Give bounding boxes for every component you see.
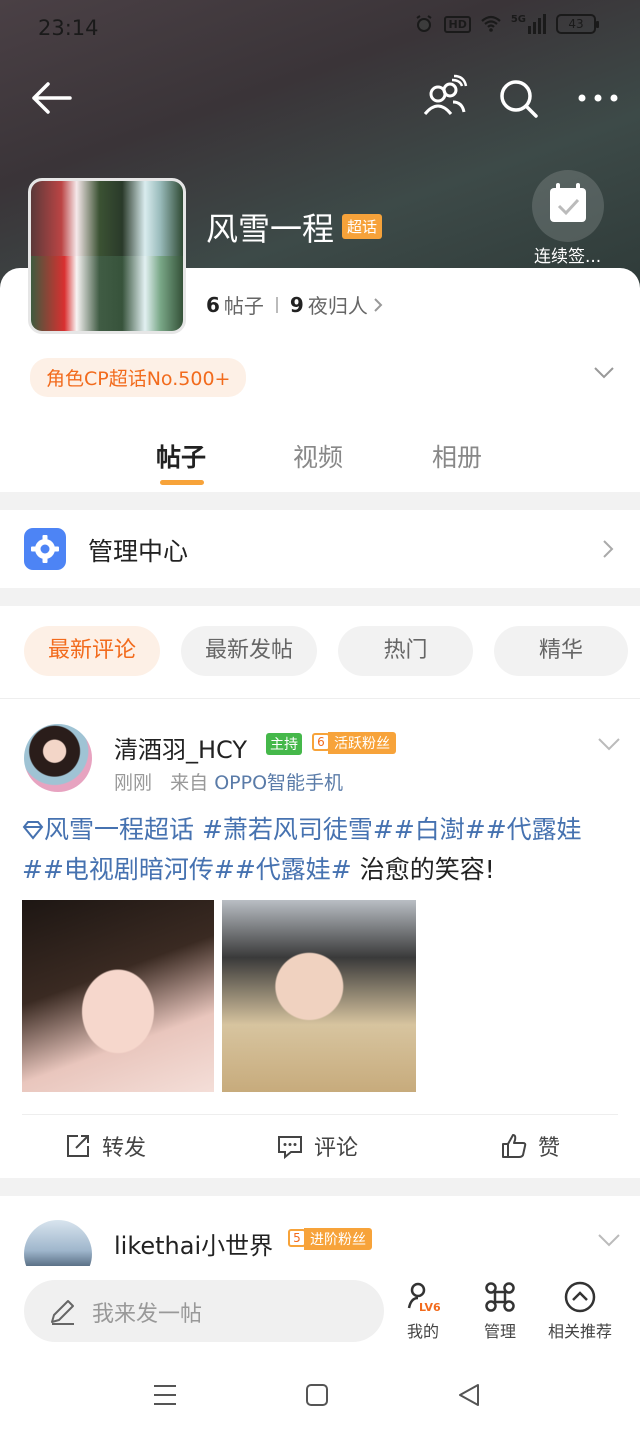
mine-label: 我的 bbox=[406, 1322, 439, 1341]
comment-icon bbox=[278, 1136, 302, 1160]
post-from-prefix: 来自 bbox=[170, 772, 209, 794]
topic-cover-image[interactable] bbox=[28, 178, 186, 334]
post-card-2: likethai小世界 5 进阶粉丝 bbox=[0, 1196, 640, 1288]
management-center-label: 管理中心 bbox=[88, 537, 189, 566]
user-level-icon: LV6 bbox=[407, 1282, 440, 1314]
like-button[interactable]: 赞 bbox=[500, 1130, 560, 1162]
menu-icon[interactable] bbox=[152, 1382, 178, 1408]
post-body: 治愈的笑容! bbox=[351, 855, 495, 884]
status-time: 23:14 bbox=[38, 16, 99, 40]
group-chat-icon[interactable] bbox=[420, 74, 468, 120]
chevron-down-icon[interactable] bbox=[592, 362, 616, 382]
wifi-icon bbox=[481, 15, 501, 32]
page-title: 风雪一程 bbox=[206, 210, 335, 248]
gear-icon bbox=[24, 528, 66, 570]
post-time: 刚刚 bbox=[114, 772, 153, 794]
comment-label: 评论 bbox=[314, 1136, 359, 1161]
post-text: 风雪一程超话 #萧若风司徒雪##白澍##代露娃##电视剧暗河传##代露娃# 治愈… bbox=[22, 810, 618, 890]
members-label: 夜归人 bbox=[307, 294, 368, 318]
post-topics[interactable]: 风雪一程超话 #萧若风司徒雪##白澍##代露娃##电视剧暗河传##代露娃# bbox=[22, 815, 582, 884]
signal-icon: 5G bbox=[511, 14, 546, 34]
network-label: 5G bbox=[510, 14, 526, 25]
filter-hot[interactable]: 热门 bbox=[338, 626, 473, 676]
chevron-down-icon[interactable] bbox=[596, 734, 622, 754]
filter-latest-comments[interactable]: 最新评论 bbox=[24, 626, 160, 676]
super-topic-badge: 超话 bbox=[342, 214, 383, 239]
checkin-label[interactable]: 连续签... bbox=[534, 242, 601, 267]
system-nav-bar bbox=[0, 1356, 640, 1433]
fan-level-number: 5 bbox=[288, 1229, 306, 1247]
post-username[interactable]: 清酒羽_HCY bbox=[114, 730, 247, 765]
tab-albums[interactable]: 相册 bbox=[432, 438, 482, 474]
tab-videos[interactable]: 视频 bbox=[293, 438, 343, 474]
host-tag: 主持 bbox=[266, 733, 302, 755]
back-triangle-icon[interactable] bbox=[456, 1382, 482, 1408]
status-bar: 23:14 HD 5G 43 bbox=[0, 0, 640, 56]
bottom-bar: 我来发一帖 LV6 我的 管理 相关推荐 bbox=[0, 1266, 640, 1356]
fan-level-label: 活跃粉丝 bbox=[334, 736, 390, 752]
post-username[interactable]: likethai小世界 bbox=[114, 1226, 273, 1261]
management-center-row[interactable]: 管理中心 bbox=[0, 510, 640, 588]
sort-filters: 最新评论 最新发帖 热门 精华 bbox=[0, 626, 640, 680]
pen-icon bbox=[51, 1300, 74, 1325]
command-icon bbox=[485, 1282, 515, 1312]
rank-chip[interactable]: 角色CP超话No.500+ bbox=[30, 358, 247, 397]
avatar[interactable] bbox=[24, 724, 92, 792]
chevron-right-icon bbox=[603, 540, 614, 558]
fan-level-number: 6 bbox=[312, 733, 330, 751]
chevron-up-circle-icon bbox=[564, 1281, 596, 1313]
post-device[interactable]: OPPO智能手机 bbox=[214, 772, 343, 794]
battery-indicator: 43 bbox=[556, 14, 599, 34]
compose-post-input[interactable]: 我来发一帖 bbox=[24, 1280, 384, 1342]
like-label: 赞 bbox=[538, 1136, 561, 1161]
filter-latest-posts[interactable]: 最新发帖 bbox=[181, 626, 317, 676]
repost-label: 转发 bbox=[102, 1136, 147, 1161]
status-icons: HD 5G 43 bbox=[414, 14, 599, 34]
related-label: 相关推荐 bbox=[547, 1322, 612, 1341]
topic-stats[interactable]: 6 帖子 9 夜归人 bbox=[206, 290, 384, 319]
more-options-icon[interactable] bbox=[574, 78, 622, 118]
home-icon[interactable] bbox=[304, 1382, 330, 1408]
posts-label: 帖子 bbox=[223, 294, 264, 318]
posts-count: 6 bbox=[206, 292, 220, 317]
divider bbox=[22, 1114, 618, 1115]
manage-label: 管理 bbox=[483, 1322, 516, 1341]
tab-posts[interactable]: 帖子 bbox=[156, 438, 206, 474]
hd-icon: HD bbox=[444, 15, 471, 33]
thumbs-up-icon bbox=[502, 1134, 527, 1158]
compose-placeholder: 我来发一帖 bbox=[92, 1302, 203, 1327]
active-tab-indicator bbox=[160, 480, 204, 485]
diamond-topic-icon bbox=[22, 821, 44, 840]
post-image-2[interactable] bbox=[222, 900, 416, 1092]
repost-button[interactable]: 转发 bbox=[64, 1130, 146, 1162]
alarm-icon bbox=[416, 15, 433, 32]
manage-button[interactable]: 管理 bbox=[478, 1280, 522, 1342]
comment-button[interactable]: 评论 bbox=[276, 1130, 358, 1162]
post-card: 最新评论 最新发帖 热门 精华 清酒羽_HCY 主持 6 活跃粉丝 刚刚 来自 … bbox=[0, 606, 640, 1178]
divider bbox=[0, 698, 640, 699]
mine-button[interactable]: LV6 我的 bbox=[400, 1280, 446, 1342]
fan-level-tag: 5 进阶粉丝 bbox=[286, 1228, 372, 1250]
fan-level-tag: 6 活跃粉丝 bbox=[310, 732, 396, 754]
checkin-button[interactable] bbox=[532, 170, 604, 242]
search-icon[interactable] bbox=[496, 76, 540, 120]
related-button[interactable]: 相关推荐 bbox=[544, 1280, 616, 1342]
filter-featured[interactable]: 精华 bbox=[494, 626, 628, 676]
chevron-right-icon bbox=[374, 297, 383, 312]
mine-level-badge: LV6 bbox=[419, 1301, 440, 1314]
post-image-1[interactable] bbox=[22, 900, 214, 1092]
back-arrow-icon[interactable] bbox=[28, 78, 74, 118]
members-count: 9 bbox=[289, 292, 304, 317]
chevron-down-icon[interactable] bbox=[596, 1230, 622, 1250]
stats-divider bbox=[275, 296, 278, 313]
top-nav bbox=[0, 70, 640, 124]
share-icon bbox=[67, 1135, 89, 1157]
calendar-check-icon bbox=[550, 183, 586, 222]
fan-level-label: 进阶粉丝 bbox=[310, 1232, 366, 1248]
post-meta: 刚刚 来自 OPPO智能手机 bbox=[114, 768, 343, 795]
